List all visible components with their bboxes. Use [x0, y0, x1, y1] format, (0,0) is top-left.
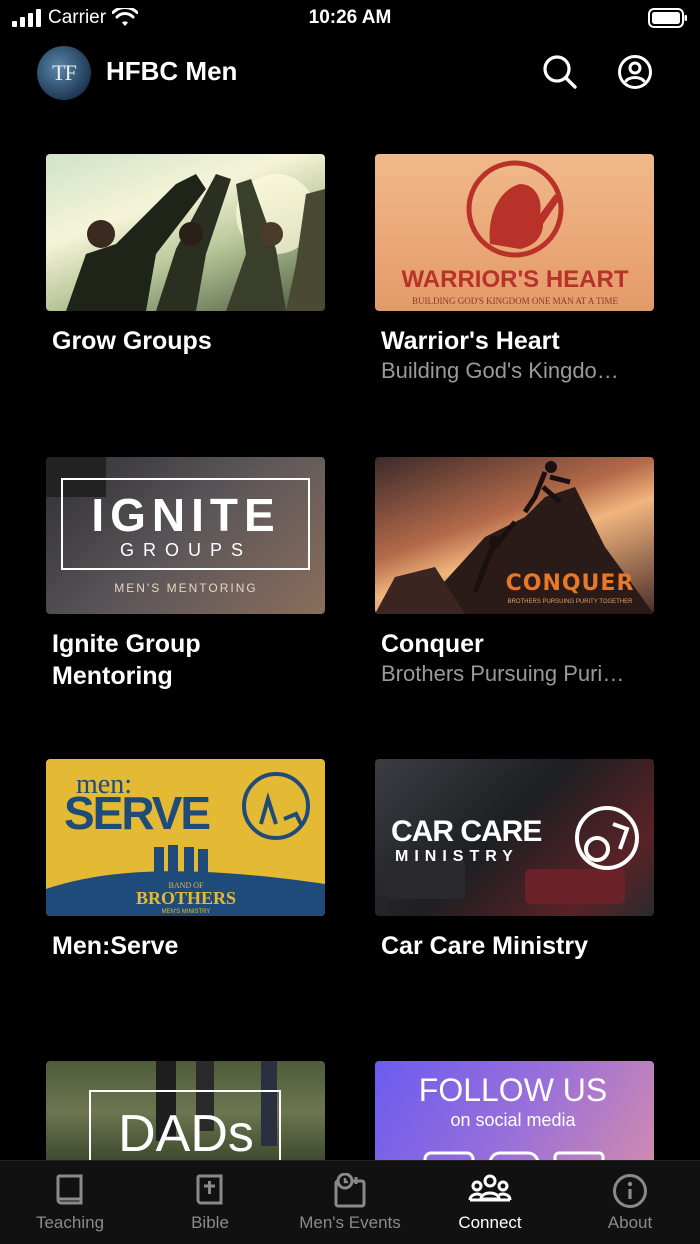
search-icon — [543, 55, 577, 89]
card-image: IGNITE GROUPS MEN'S MENTORING — [46, 457, 325, 614]
card-image: men: SERVE BAND OF BROTHERS MEN'S MINIST… — [46, 759, 325, 916]
card-car-care[interactable]: CAR CARE MINISTRY Car Care Ministry — [375, 759, 655, 962]
image-heading: DADs — [118, 1105, 254, 1161]
battery-icon — [648, 8, 688, 33]
image-subheading: MINISTRY — [395, 848, 519, 865]
tab-teaching[interactable]: Teaching — [0, 1173, 140, 1233]
card-image: DADs — [46, 1061, 325, 1161]
image-heading: WARRIOR'S HEART — [401, 266, 628, 293]
tab-label: Teaching — [35, 1213, 105, 1232]
card-image: CAR CARE MINISTRY — [375, 759, 654, 916]
card-title: Men:Serve — [52, 932, 179, 960]
image-heading: FOLLOW US — [419, 1072, 607, 1108]
serve-emblem-icon — [242, 772, 310, 840]
card-dads[interactable]: DADs — [46, 1061, 326, 1161]
card-image: WARRIOR'S HEART BUILDING GOD'S KINGDOM O… — [375, 154, 654, 311]
card-title: Grow Groups — [52, 327, 212, 355]
brand-sub: MEN'S MINISTRY — [162, 909, 211, 915]
card-image — [46, 154, 325, 311]
image-tagline: MEN'S MENTORING — [114, 581, 257, 595]
image-subheading: on social media — [450, 1110, 576, 1130]
tab-label: Bible — [191, 1213, 229, 1232]
people-icon — [468, 1174, 512, 1202]
card-title: Conquer — [381, 630, 484, 658]
book-icon — [56, 1174, 83, 1205]
card-image: FOLLOW US on social media — [375, 1061, 654, 1161]
image-heading: SERVE — [64, 787, 209, 839]
profile-button[interactable] — [615, 52, 655, 92]
card-title: Ignite Group Mentoring — [52, 630, 201, 690]
page-title: HFBC Men — [106, 56, 238, 86]
card-title: Car Care Ministry — [381, 932, 589, 960]
brand-name: BROTHERS — [136, 888, 236, 908]
image-heading: CONQUER — [506, 571, 635, 596]
image-tagline: BROTHERS PURSUING PURITY TOGETHER — [507, 599, 633, 605]
user-circle-icon — [618, 55, 652, 89]
card-men-serve[interactable]: men: SERVE BAND OF BROTHERS MEN'S MINIST… — [46, 759, 326, 962]
app-header: TF HFBC Men — [0, 44, 700, 100]
card-subtitle: Building God's Kingdo… — [381, 358, 619, 383]
status-bar: Carrier 10:26 AM — [0, 0, 700, 36]
card-follow-us[interactable]: FOLLOW US on social media — [375, 1061, 655, 1161]
high-five-illustration — [66, 174, 325, 311]
card-ignite-groups[interactable]: IGNITE GROUPS MEN'S MENTORING Ignite Gro… — [46, 457, 326, 692]
tab-bar: Teaching Bible Men's Events Connect Abou… — [0, 1160, 700, 1244]
card-warriors-heart[interactable]: WARRIOR'S HEART BUILDING GOD'S KINGDOM O… — [375, 154, 655, 385]
card-image: CONQUER BROTHERS PURSUING PURITY TOGETHE… — [375, 457, 654, 614]
tab-label: About — [607, 1213, 653, 1232]
calendar-icon — [334, 1173, 366, 1208]
image-subheading: GROUPS — [120, 540, 252, 560]
card-conquer[interactable]: CONQUER BROTHERS PURSUING PURITY TOGETHE… — [375, 457, 655, 688]
tab-label: Connect — [458, 1213, 522, 1232]
app-logo[interactable]: TF — [37, 46, 91, 100]
search-button[interactable] — [540, 52, 580, 92]
card-grow-groups[interactable]: Grow Groups — [46, 154, 326, 357]
card-title: Warrior's Heart — [381, 327, 560, 355]
tab-about[interactable]: About — [560, 1173, 700, 1233]
tab-mens-events[interactable]: Men's Events — [280, 1173, 420, 1233]
bible-icon — [196, 1174, 223, 1205]
info-icon — [613, 1174, 647, 1208]
image-heading: IGNITE — [91, 489, 280, 541]
car-care-emblem-icon — [575, 806, 639, 870]
status-time: 10:26 AM — [308, 7, 392, 28]
tab-label: Men's Events — [299, 1213, 401, 1232]
tab-connect[interactable]: Connect — [420, 1173, 560, 1233]
tab-bible[interactable]: Bible — [140, 1173, 280, 1233]
image-heading: CAR CARE — [391, 815, 541, 848]
image-tagline: BUILDING GOD'S KINGDOM ONE MAN AT A TIME — [412, 296, 619, 306]
card-subtitle: Brothers Pursuing Puri… — [381, 661, 625, 686]
